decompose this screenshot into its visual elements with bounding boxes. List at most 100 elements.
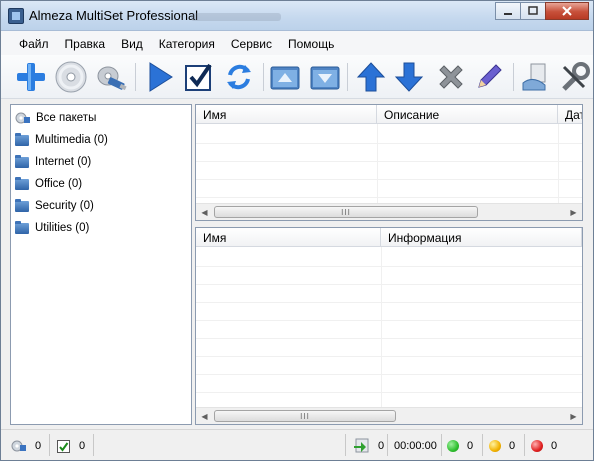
- edit-button[interactable]: [471, 59, 507, 95]
- add-package-button[interactable]: [13, 59, 49, 95]
- status-separator: [524, 434, 525, 456]
- move-down-button[interactable]: [391, 59, 427, 95]
- tree-item-utilities[interactable]: Utilities (0): [15, 218, 89, 238]
- warning-icon: [489, 440, 501, 452]
- checkbox-icon: [185, 63, 212, 91]
- status-bar: 0 0 0 00:00:00 0 0 0: [1, 429, 593, 460]
- usb-install-button[interactable]: [93, 59, 129, 95]
- collapse-button[interactable]: [267, 59, 303, 95]
- tree-item-label: Internet (0): [35, 156, 92, 168]
- grid-line: [196, 356, 582, 357]
- menu-bar: Файл Правка Вид Категория Сервис Помощь: [1, 31, 593, 55]
- menu-file[interactable]: Файл: [11, 31, 57, 55]
- cd-button[interactable]: [53, 59, 89, 95]
- menu-service[interactable]: Сервис: [223, 31, 280, 55]
- packages-table[interactable]: Имя Описание Дат ◀ III ▶: [195, 104, 583, 221]
- tree-item-label: Utilities (0): [35, 222, 90, 234]
- run-button[interactable]: [141, 59, 177, 95]
- column-header-name[interactable]: Имя: [196, 228, 381, 247]
- tools-icon: [562, 62, 590, 91]
- grid-line: [381, 247, 382, 407]
- scroll-thumb[interactable]: III: [214, 410, 396, 422]
- refresh-icon: [227, 64, 251, 90]
- grid-line: [196, 338, 582, 339]
- status-separator: [345, 434, 346, 456]
- usb-install-icon: [97, 66, 127, 91]
- error-icon: [531, 440, 543, 452]
- menu-help[interactable]: Помощь: [280, 31, 342, 55]
- tree-item-label: Multimedia (0): [35, 134, 108, 146]
- grid-line: [196, 302, 582, 303]
- tree-item-security[interactable]: Security (0): [15, 196, 94, 216]
- status-separator: [49, 434, 50, 456]
- scroll-left-arrow[interactable]: ◀: [196, 204, 213, 220]
- status-success: 0: [447, 438, 473, 454]
- scroll-thumb[interactable]: III: [214, 206, 478, 218]
- column-header-info[interactable]: Информация: [381, 228, 582, 247]
- maximize-button[interactable]: [520, 2, 546, 20]
- status-checked: 0: [57, 438, 85, 454]
- toolbar-separator: [263, 63, 264, 91]
- grid-line: [196, 284, 582, 285]
- scroll-right-arrow[interactable]: ▶: [565, 204, 582, 220]
- check-button[interactable]: [181, 59, 217, 95]
- status-error: 0: [531, 438, 557, 454]
- grid-line: [196, 320, 582, 321]
- tree-item-internet[interactable]: Internet (0): [15, 152, 91, 172]
- scroll-right-arrow[interactable]: ▶: [565, 408, 582, 424]
- scroll-grip: III: [341, 207, 351, 217]
- tools-button[interactable]: [557, 59, 593, 95]
- minimize-button[interactable]: [495, 2, 521, 20]
- horizontal-scrollbar[interactable]: ◀ III ▶: [196, 203, 582, 220]
- menu-edit[interactable]: Правка: [57, 31, 114, 55]
- menu-view[interactable]: Вид: [113, 31, 151, 55]
- window-title: Almeza MultiSet Professional: [29, 8, 199, 23]
- refresh-button[interactable]: [221, 59, 257, 95]
- tree-item-all-packages[interactable]: Все пакеты: [15, 108, 96, 128]
- arrow-down-icon: [394, 62, 424, 92]
- status-separator: [387, 434, 388, 456]
- column-header-date[interactable]: Дат: [558, 105, 582, 124]
- toolbar-separator: [347, 63, 348, 91]
- minimize-icon: [504, 13, 512, 15]
- play-icon: [149, 62, 173, 92]
- column-header-description[interactable]: Описание: [377, 105, 558, 124]
- menu-category[interactable]: Категория: [151, 31, 223, 55]
- warning-count: 0: [509, 440, 516, 452]
- caption-buttons: [495, 2, 589, 20]
- folder-icon: [15, 154, 29, 168]
- grid-line: [196, 392, 582, 393]
- status-separator: [93, 434, 94, 456]
- folder-up-icon: [270, 66, 300, 90]
- move-up-button[interactable]: [353, 59, 389, 95]
- success-count: 0: [467, 440, 474, 452]
- toolbar: [1, 55, 593, 99]
- column-header-name[interactable]: Имя: [196, 105, 377, 124]
- checkbox-icon: [57, 439, 70, 453]
- folder-icon: [15, 198, 29, 212]
- add-icon: [17, 63, 45, 91]
- install-button[interactable]: [517, 59, 553, 95]
- elapsed-time: 00:00:00: [394, 440, 437, 452]
- checked-count: 0: [79, 440, 86, 452]
- toolbar-separator: [513, 63, 514, 91]
- scroll-left-arrow[interactable]: ◀: [196, 408, 213, 424]
- tree-item-multimedia[interactable]: Multimedia (0): [15, 130, 108, 150]
- tree-item-label: Office (0): [35, 178, 83, 190]
- queue-icon: [354, 438, 369, 453]
- title-bar[interactable]: Almeza MultiSet Professional: [1, 1, 593, 31]
- arrow-up-icon: [356, 62, 386, 92]
- close-button[interactable]: [545, 2, 589, 20]
- status-packages: 0: [11, 438, 41, 454]
- toolbar-separator: [135, 63, 136, 91]
- horizontal-scrollbar[interactable]: ◀ III ▶: [196, 407, 582, 424]
- details-table[interactable]: Имя Информация ◀ III ▶: [195, 227, 583, 425]
- success-icon: [447, 440, 459, 452]
- status-warning: 0: [489, 438, 515, 454]
- expand-button[interactable]: [307, 59, 343, 95]
- tree-item-office[interactable]: Office (0): [15, 174, 82, 194]
- delete-button[interactable]: [433, 59, 469, 95]
- category-tree[interactable]: Все пакеты Multimedia (0) Internet (0) O…: [10, 104, 192, 425]
- maximize-icon: [528, 6, 538, 15]
- edit-icon: [478, 64, 502, 88]
